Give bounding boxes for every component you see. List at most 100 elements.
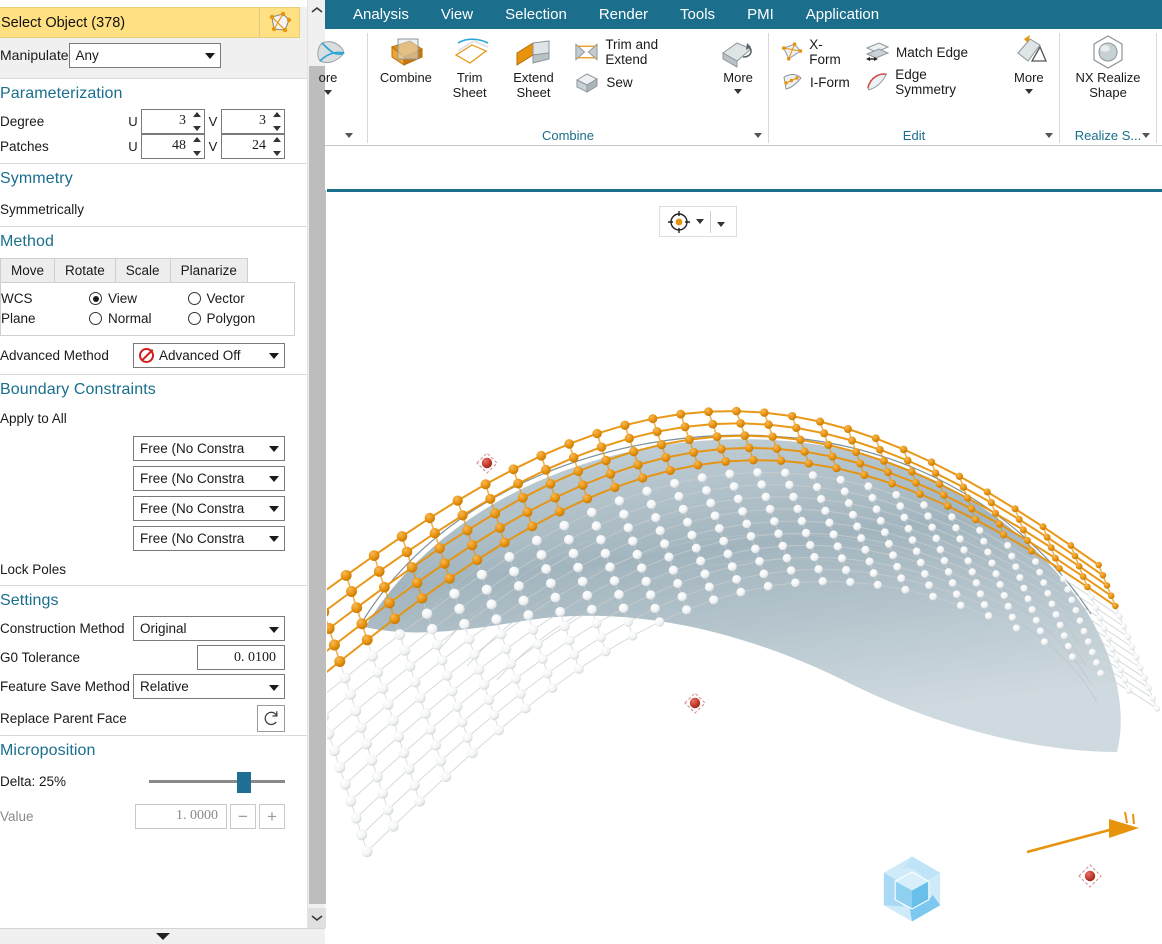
control-pole[interactable]: [952, 590, 961, 599]
control-pole[interactable]: [483, 694, 495, 705]
control-pole[interactable]: [729, 482, 739, 491]
control-pole[interactable]: [814, 565, 823, 574]
control-pole[interactable]: [447, 685, 458, 697]
control-pole[interactable]: [1137, 664, 1144, 671]
sew-button[interactable]: Sew: [573, 67, 700, 97]
chevron-down-icon[interactable]: [734, 88, 743, 94]
selected-control-pole[interactable]: [912, 478, 920, 487]
control-pole[interactable]: [623, 617, 633, 627]
control-pole[interactable]: [501, 643, 512, 655]
edge-symmetry-button[interactable]: Edge Symmetry: [863, 67, 989, 97]
selected-control-pole[interactable]: [1015, 515, 1023, 523]
reset-button[interactable]: [257, 704, 285, 732]
control-pole[interactable]: [846, 577, 855, 587]
control-pole[interactable]: [520, 703, 531, 714]
control-pole[interactable]: [1008, 552, 1016, 560]
control-pole[interactable]: [848, 510, 858, 519]
selected-control-pole[interactable]: [760, 408, 769, 417]
control-pole[interactable]: [801, 528, 811, 538]
selected-control-pole[interactable]: [652, 427, 662, 437]
control-pole[interactable]: [627, 631, 638, 641]
control-pole[interactable]: [706, 498, 716, 508]
selected-control-pole[interactable]: [804, 459, 813, 468]
selected-control-pole[interactable]: [991, 509, 999, 517]
chevron-down-icon[interactable]: [345, 132, 353, 138]
control-pole[interactable]: [1036, 627, 1044, 635]
control-pole[interactable]: [1088, 593, 1095, 601]
selected-control-pole[interactable]: [820, 429, 829, 438]
selected-control-pole[interactable]: [967, 505, 976, 513]
selected-control-pole[interactable]: [927, 458, 936, 466]
selected-control-pole[interactable]: [384, 597, 395, 609]
selected-control-pole[interactable]: [508, 464, 519, 475]
selected-control-pole[interactable]: [661, 452, 671, 463]
control-pole[interactable]: [732, 574, 742, 584]
selected-control-pole[interactable]: [564, 439, 574, 449]
patches-u-stepper[interactable]: 48: [141, 133, 205, 159]
control-pole[interactable]: [785, 480, 794, 490]
control-pole[interactable]: [912, 547, 921, 556]
control-pole[interactable]: [651, 512, 661, 523]
surface-more-button[interactable]: ore: [307, 35, 349, 95]
selected-control-pole[interactable]: [340, 569, 352, 581]
control-pole[interactable]: [1100, 624, 1108, 632]
control-pole[interactable]: [440, 771, 452, 783]
control-pole[interactable]: [605, 562, 615, 572]
control-pole[interactable]: [1012, 563, 1020, 571]
control-pole[interactable]: [1145, 684, 1152, 692]
selected-control-pole[interactable]: [776, 456, 786, 466]
selected-control-pole[interactable]: [513, 478, 524, 489]
control-pole[interactable]: [857, 534, 866, 543]
tab-planarize[interactable]: Planarize: [169, 258, 248, 282]
selected-control-pole[interactable]: [346, 586, 357, 597]
apply-to-all-row[interactable]: Apply to All: [0, 403, 307, 433]
control-pole[interactable]: [655, 526, 665, 536]
selected-control-pole[interactable]: [749, 455, 758, 465]
control-pole[interactable]: [1016, 574, 1024, 582]
selected-control-pole[interactable]: [856, 459, 865, 468]
control-pole[interactable]: [555, 606, 566, 617]
control-pole[interactable]: [541, 564, 552, 575]
control-pole[interactable]: [778, 541, 788, 551]
control-pole[interactable]: [892, 491, 901, 499]
control-pole[interactable]: [956, 535, 964, 543]
combine-more-button[interactable]: More: [708, 35, 768, 94]
decrement-button[interactable]: −: [230, 803, 256, 829]
selected-control-pole[interactable]: [368, 550, 380, 561]
select-object-icon[interactable]: [259, 8, 299, 37]
control-pole[interactable]: [462, 732, 473, 743]
control-pole[interactable]: [345, 795, 357, 807]
control-pole[interactable]: [1004, 541, 1012, 550]
control-pole[interactable]: [697, 473, 707, 483]
control-pole[interactable]: [569, 649, 580, 660]
symmetry-checkbox-row[interactable]: Symmetrically: [0, 192, 307, 226]
control-pole[interactable]: [751, 544, 760, 554]
selected-control-pole[interactable]: [843, 425, 852, 433]
control-pole[interactable]: [980, 601, 989, 609]
control-pole[interactable]: [642, 486, 652, 496]
control-pole[interactable]: [382, 804, 394, 816]
control-pole[interactable]: [1116, 612, 1123, 620]
control-pole[interactable]: [399, 645, 411, 656]
control-pole[interactable]: [628, 536, 638, 546]
selected-control-pole[interactable]: [1011, 505, 1019, 513]
selected-control-pole[interactable]: [689, 447, 699, 457]
control-pole[interactable]: [614, 589, 624, 600]
control-pole[interactable]: [523, 610, 534, 621]
selected-control-pole[interactable]: [693, 460, 703, 470]
control-pole[interactable]: [664, 552, 674, 562]
selected-control-pole[interactable]: [1075, 562, 1083, 570]
control-pole[interactable]: [564, 534, 574, 545]
select-object-bar[interactable]: Select Object (378): [0, 7, 300, 38]
control-pole[interactable]: [1064, 642, 1072, 650]
control-pole[interactable]: [865, 557, 874, 566]
control-pole[interactable]: [691, 543, 701, 553]
selected-control-pole[interactable]: [554, 506, 565, 517]
control-pole[interactable]: [441, 670, 453, 681]
selected-control-pole[interactable]: [931, 469, 940, 477]
control-pole[interactable]: [746, 532, 756, 541]
selected-control-pole[interactable]: [1067, 542, 1075, 549]
menu-item-selection[interactable]: Selection: [489, 6, 583, 23]
trim-and-extend-button[interactable]: Trim and Extend: [573, 37, 700, 67]
control-pole[interactable]: [414, 692, 426, 704]
